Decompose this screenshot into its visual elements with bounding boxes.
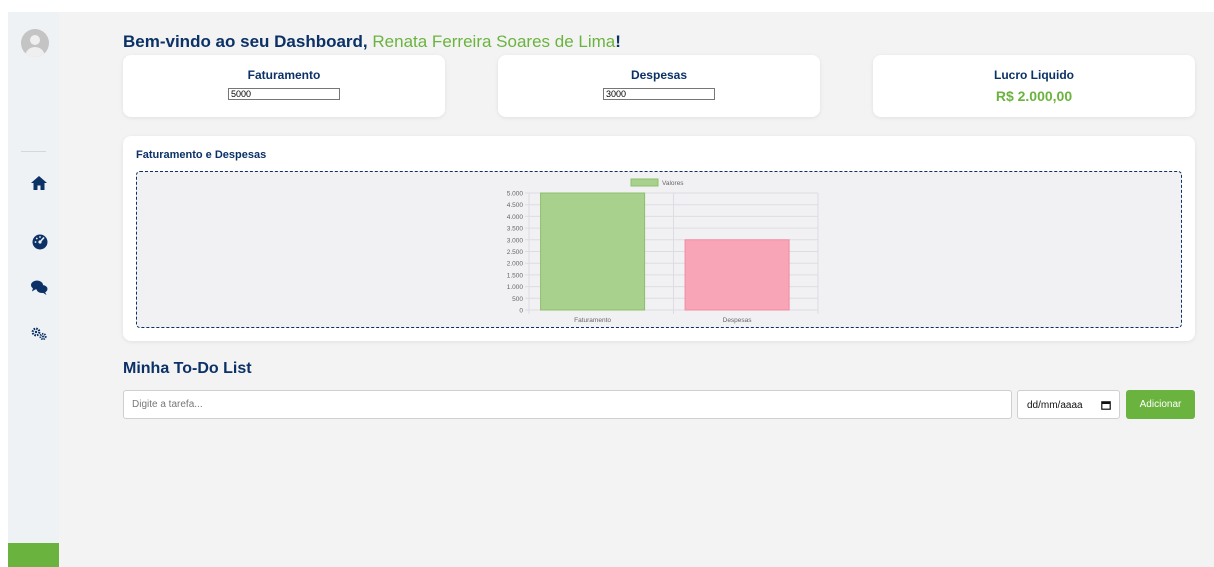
- expenses-input[interactable]: [603, 88, 715, 100]
- sidebar-footer-bar: [8, 543, 59, 567]
- net-profit-label: Lucro Liquido: [994, 68, 1074, 82]
- calendar-icon[interactable]: [1101, 400, 1111, 410]
- bar-faturamento: [540, 192, 646, 311]
- chart-title: Faturamento e Despesas: [136, 149, 267, 161]
- y-tick-label: 3.000: [507, 237, 524, 244]
- task-input[interactable]: [123, 390, 1012, 419]
- add-task-button[interactable]: Adicionar: [1126, 390, 1195, 419]
- user-name: Renata Ferreira Soares de Lima: [372, 32, 616, 51]
- legend-label: Valores: [662, 180, 684, 187]
- legend-swatch: [630, 178, 659, 187]
- y-tick-label: 1.500: [507, 272, 524, 279]
- revenue-card: Faturamento: [123, 55, 445, 117]
- y-tick-label: 3.500: [507, 226, 524, 233]
- sidebar: [8, 12, 59, 567]
- settings-gears-icon[interactable]: [30, 325, 48, 343]
- revenue-input[interactable]: [228, 88, 340, 100]
- x-tick-label: Despesas: [723, 317, 753, 324]
- todo-title: Minha To-Do List: [123, 360, 252, 377]
- chart-container: 0 500 1.000 1.500 2.000 2.500 3.000 3.500 4.000 4…: [136, 171, 1182, 328]
- welcome-heading: Bem-vindo ao seu Dashboard, Renata Ferre…: [123, 32, 621, 52]
- y-tick-label: 4.000: [507, 214, 524, 221]
- y-tick-label: 1.000: [507, 284, 524, 291]
- date-input[interactable]: dd/mm/aaaa: [1017, 390, 1120, 419]
- expenses-card: Despesas: [498, 55, 820, 117]
- home-icon[interactable]: [30, 174, 48, 192]
- bar-despesas: [684, 239, 790, 311]
- y-tick-label: 0: [519, 308, 523, 315]
- y-tick-label: 500: [512, 296, 523, 303]
- date-placeholder: dd/mm/aaaa: [1027, 400, 1083, 411]
- y-tick-label: 4.500: [507, 202, 524, 209]
- x-tick-label: Faturamento: [574, 317, 611, 324]
- revenue-label: Faturamento: [247, 68, 321, 82]
- net-profit-card: Lucro Liquido R$ 2.000,00: [873, 55, 1195, 117]
- chart-card: Faturamento e Despesas 0 500 1.000 1.500 2.0…: [123, 136, 1195, 341]
- y-tick-label: 2.000: [507, 261, 524, 268]
- y-tick-label: 2.500: [507, 249, 524, 256]
- net-profit-value: R$ 2.000,00: [995, 88, 1073, 104]
- chat-icon[interactable]: [30, 278, 48, 296]
- welcome-suffix: !: [615, 32, 621, 51]
- dashboard-gauge-icon[interactable]: [31, 232, 49, 250]
- y-tick-label: 5.000: [507, 191, 524, 198]
- bar-chart: 0 500 1.000 1.500 2.000 2.500 3.000 3.500 4.000 4…: [507, 178, 819, 324]
- expenses-label: Despesas: [630, 68, 688, 82]
- welcome-text: Bem-vindo ao seu Dashboard,: [123, 32, 373, 51]
- sidebar-divider: [21, 151, 46, 152]
- avatar[interactable]: [21, 29, 49, 57]
